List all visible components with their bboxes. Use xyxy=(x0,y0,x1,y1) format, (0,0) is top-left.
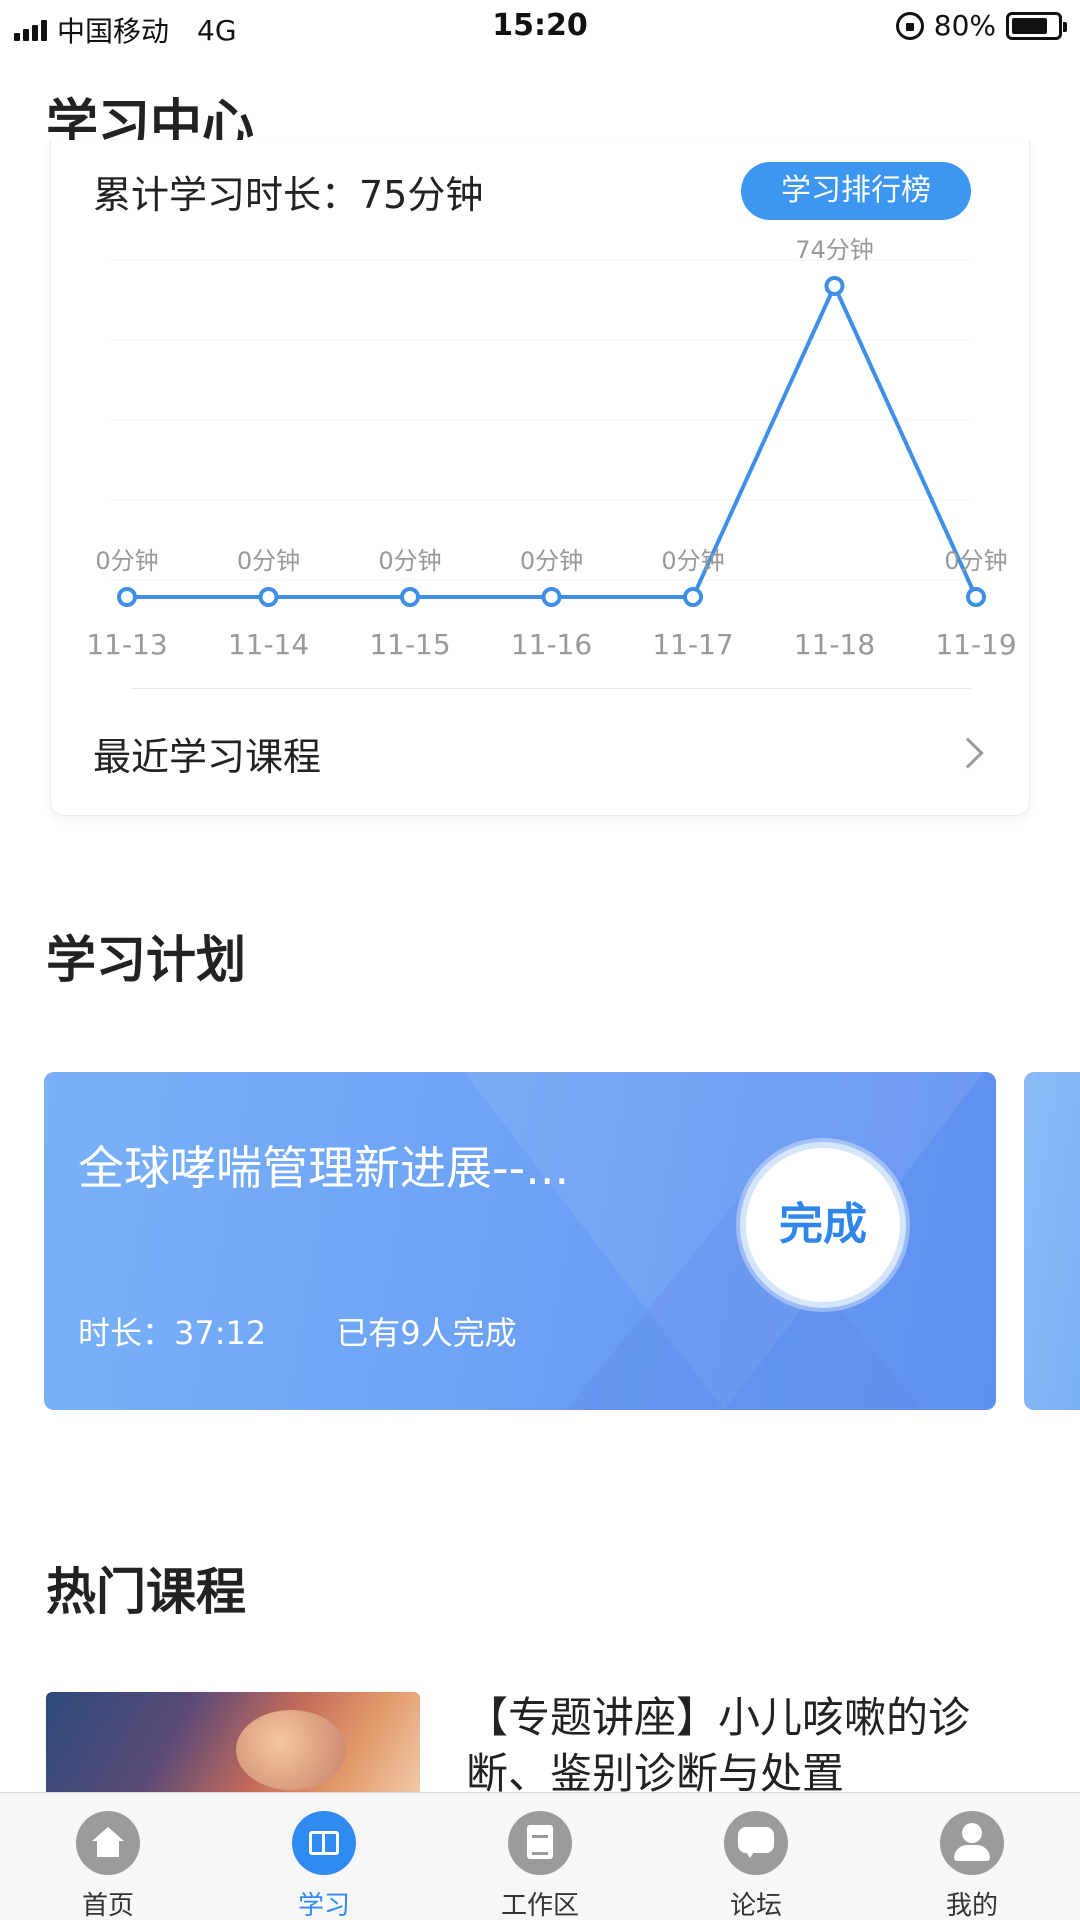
tab-label: 工作区 xyxy=(500,1891,579,1920)
tab-label: 我的 xyxy=(945,1891,998,1920)
study-time-chart: 0分钟 11-13 0分钟 11-14 0分钟 11-15 0分钟 11-16 0分钟 11-17… xyxy=(86,236,1016,661)
chart-point xyxy=(400,587,420,607)
home-icon xyxy=(76,1811,140,1875)
tab-label: 首页 xyxy=(81,1891,134,1920)
chart-point xyxy=(966,587,986,607)
chart-point xyxy=(258,587,279,607)
chart-data-label: 0分钟 xyxy=(95,547,158,575)
complete-button[interactable]: 完成 xyxy=(740,1142,906,1308)
tab-bar: 首页 学习 工作区 论坛 我的 xyxy=(0,1792,1080,1920)
tab-label: 学习 xyxy=(297,1891,350,1920)
chart-x-tick-label: 11-15 xyxy=(369,628,450,661)
tab-workspace[interactable]: 工作区 xyxy=(432,1793,648,1920)
divider xyxy=(131,688,971,689)
chart-x-tick-label: 11-13 xyxy=(86,628,167,661)
chart-data-label: 0分钟 xyxy=(661,547,724,575)
user-icon xyxy=(940,1811,1004,1875)
clipboard-icon xyxy=(508,1811,572,1875)
chat-icon xyxy=(724,1811,788,1875)
book-icon xyxy=(292,1811,356,1875)
leaderboard-button[interactable]: 学习排行榜 xyxy=(741,162,971,220)
chart-point xyxy=(824,276,845,296)
chart-x-tick-label: 11-18 xyxy=(794,628,875,661)
study-plan-heading: 学习计划 xyxy=(46,931,246,989)
chart-data-label: 0分钟 xyxy=(378,547,441,575)
chart-data-label: 0分钟 xyxy=(237,547,300,575)
tab-study[interactable]: 学习 xyxy=(216,1793,432,1920)
chart-point xyxy=(117,587,137,607)
chart-data-label: 74分钟 xyxy=(795,236,874,264)
tab-forum[interactable]: 论坛 xyxy=(648,1793,864,1920)
chart-data-label: 0分钟 xyxy=(520,547,583,575)
rotation-lock-icon xyxy=(895,11,924,40)
hot-courses-heading: 热门课程 xyxy=(46,1563,246,1621)
chart-x-tick-label: 11-14 xyxy=(228,628,309,661)
study-plan-card-next[interactable] xyxy=(1024,1072,1080,1410)
chevron-right-icon xyxy=(952,737,984,769)
course-title[interactable]: 【专题讲座】小儿咳嗽的诊断、鉴别诊断与处置 xyxy=(466,1690,1026,1802)
study-stats-card: 0分钟 11-13 0分钟 11-14 0分钟 11-15 0分钟 11-16 0分钟 11-17… xyxy=(50,140,1030,816)
tab-home[interactable]: 首页 xyxy=(0,1793,216,1920)
recent-courses-label: 最近学习课程 xyxy=(93,735,322,779)
recent-courses-row[interactable]: 最近学习课程 xyxy=(51,700,1029,810)
plan-course-title: 全球哮喘管理新进展--... xyxy=(78,1141,570,1195)
chart-point xyxy=(541,587,562,607)
battery-icon xyxy=(1006,11,1067,40)
course-thumbnail[interactable] xyxy=(46,1692,420,1792)
plan-completed-count: 已有9人完成 xyxy=(336,1314,517,1352)
chart-x-tick-label: 11-17 xyxy=(652,628,733,661)
tab-profile[interactable]: 我的 xyxy=(864,1793,1080,1920)
plan-duration: 时长：37:12 xyxy=(78,1314,267,1352)
total-study-time: 累计学习时长：75分钟 xyxy=(93,173,484,217)
chart-point xyxy=(683,587,703,607)
battery-percent: 80% xyxy=(933,9,996,42)
chart-x-tick-label: 11-16 xyxy=(511,628,592,661)
chart-data-label: 0分钟 xyxy=(944,547,1007,575)
status-bar: 中国移动 4G 15:20 80% xyxy=(0,0,1080,54)
study-plan-card[interactable]: 全球哮喘管理新进展--... 时长：37:12 已有9人完成 完成 xyxy=(44,1072,996,1410)
tab-label: 论坛 xyxy=(729,1891,782,1920)
chart-x-tick-label: 11-19 xyxy=(935,628,1016,661)
